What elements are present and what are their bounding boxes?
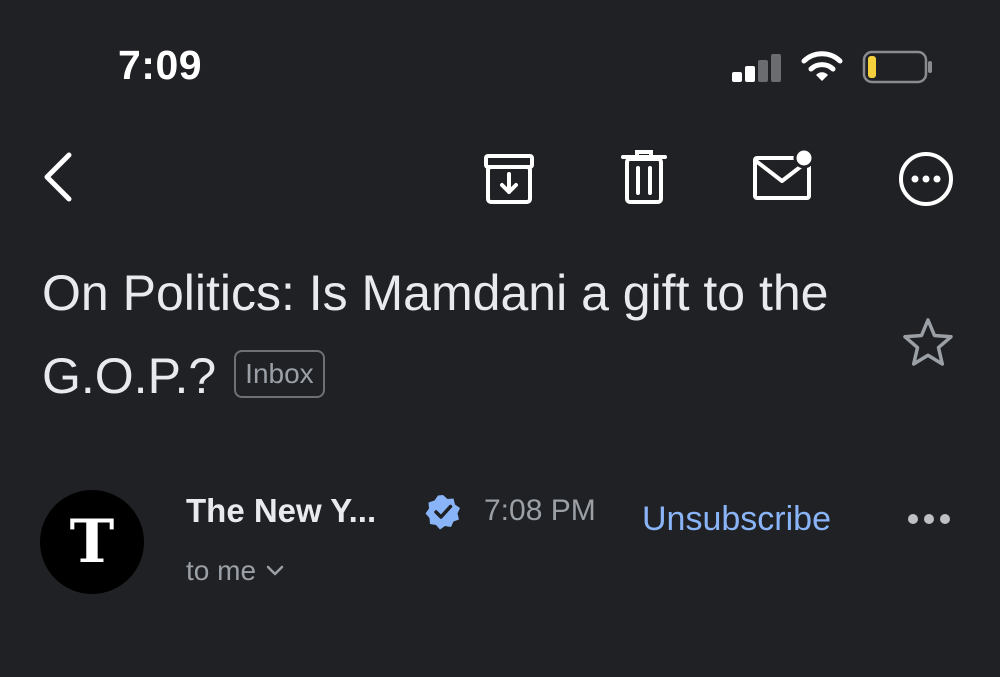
sent-time: 7:08 PM (484, 494, 596, 527)
mail-unread-icon (753, 148, 814, 200)
message-more-button[interactable] (902, 505, 956, 533)
mark-unread-button[interactable] (750, 146, 816, 204)
back-button[interactable] (30, 145, 84, 209)
delete-button[interactable] (616, 146, 672, 208)
recipient-details-toggle[interactable]: to me (186, 555, 284, 587)
recipient-text: to me (186, 555, 257, 586)
sender-avatar[interactable]: T (40, 490, 144, 594)
chevron-down-icon (266, 565, 284, 576)
more-options-button[interactable] (895, 148, 957, 210)
trash-icon (621, 150, 667, 204)
verified-badge-icon (425, 495, 460, 530)
cellular-signal-icon (732, 52, 782, 82)
chevron-left-icon (44, 152, 72, 202)
star-button[interactable] (900, 315, 956, 369)
subject-text: On Politics: Is Mamdani a gift to the G.… (42, 265, 829, 404)
more-horizontal-circle-icon (899, 152, 953, 206)
sender-name[interactable]: The New Y... (186, 492, 376, 530)
status-time: 7:09 (118, 42, 203, 88)
wifi-icon (801, 51, 843, 81)
inbox-label-chip[interactable]: Inbox (234, 349, 325, 398)
email-subject: On Politics: Is Mamdani a gift to the G.… (42, 252, 872, 418)
more-horizontal-icon (908, 514, 950, 524)
battery-icon (862, 50, 932, 84)
star-icon (903, 318, 953, 366)
unsubscribe-link[interactable]: Unsubscribe (642, 500, 831, 539)
nyt-logo: T (69, 507, 115, 577)
archive-button[interactable] (478, 148, 540, 210)
archive-icon (484, 154, 534, 204)
